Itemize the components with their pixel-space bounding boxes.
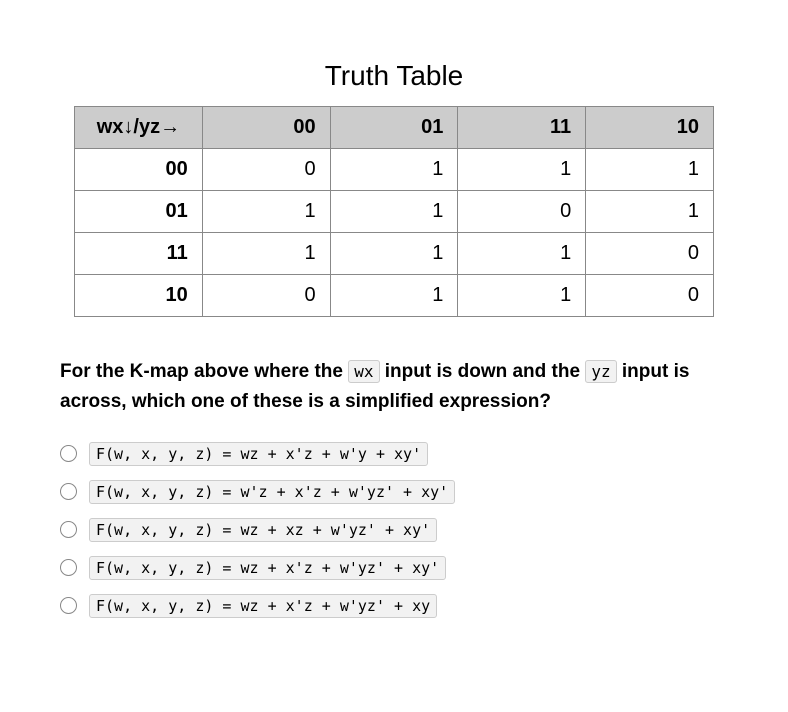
table-row: 10 0 1 1 0 (75, 275, 714, 317)
radio-icon[interactable] (60, 559, 77, 576)
cell: 0 (202, 149, 330, 191)
cell: 1 (202, 191, 330, 233)
option-label: F(w, x, y, z) = wz + x'z + w'yz' + xy' (89, 556, 446, 580)
kmap-table: wx↓/yz→ 00 01 11 10 00 0 1 1 1 01 1 1 0 … (74, 106, 714, 317)
radio-icon[interactable] (60, 521, 77, 538)
cell: 1 (330, 233, 458, 275)
option-label: F(w, x, y, z) = wz + x'z + w'yz' + xy (89, 594, 437, 618)
cell: 0 (586, 275, 714, 317)
cell: 1 (330, 275, 458, 317)
table-row: 00 0 1 1 1 (75, 149, 714, 191)
row-header: 11 (75, 233, 203, 275)
cell: 1 (458, 275, 586, 317)
option[interactable]: F(w, x, y, z) = w'z + x'z + w'yz' + xy' (60, 480, 728, 504)
cell: 1 (202, 233, 330, 275)
cell: 0 (586, 233, 714, 275)
inline-code-wx: wx (348, 360, 379, 383)
question-part: For the K-map above where the (60, 361, 348, 382)
col-header: 00 (202, 107, 330, 149)
option[interactable]: F(w, x, y, z) = wz + xz + w'yz' + xy' (60, 518, 728, 542)
row-header: 01 (75, 191, 203, 233)
table-row: 01 1 1 0 1 (75, 191, 714, 233)
cell: 1 (458, 233, 586, 275)
table-row: 11 1 1 1 0 (75, 233, 714, 275)
question-text: For the K-map above where the wx input i… (60, 357, 728, 418)
row-header: 10 (75, 275, 203, 317)
row-header: 00 (75, 149, 203, 191)
options-group: F(w, x, y, z) = wz + x'z + w'y + xy' F(w… (60, 442, 728, 618)
cell: 0 (458, 191, 586, 233)
option[interactable]: F(w, x, y, z) = wz + x'z + w'y + xy' (60, 442, 728, 466)
radio-icon[interactable] (60, 483, 77, 500)
col-header: 11 (458, 107, 586, 149)
page-title: Truth Table (60, 60, 728, 92)
radio-icon[interactable] (60, 445, 77, 462)
option-label: F(w, x, y, z) = wz + x'z + w'y + xy' (89, 442, 428, 466)
cell: 1 (586, 149, 714, 191)
cell: 1 (330, 191, 458, 233)
kmap-corner: wx↓/yz→ (75, 107, 203, 149)
col-header: 10 (586, 107, 714, 149)
inline-code-yz: yz (585, 360, 616, 383)
col-header: 01 (330, 107, 458, 149)
option-label: F(w, x, y, z) = w'z + x'z + w'yz' + xy' (89, 480, 455, 504)
cell: 1 (330, 149, 458, 191)
option[interactable]: F(w, x, y, z) = wz + x'z + w'yz' + xy' (60, 556, 728, 580)
question-part: input is down and the (380, 361, 586, 382)
cell: 1 (586, 191, 714, 233)
cell: 1 (458, 149, 586, 191)
cell: 0 (202, 275, 330, 317)
option-label: F(w, x, y, z) = wz + xz + w'yz' + xy' (89, 518, 437, 542)
radio-icon[interactable] (60, 597, 77, 614)
option[interactable]: F(w, x, y, z) = wz + x'z + w'yz' + xy (60, 594, 728, 618)
